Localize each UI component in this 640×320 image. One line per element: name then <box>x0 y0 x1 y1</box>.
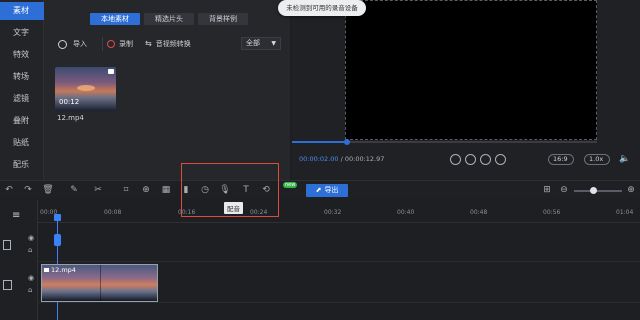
tick-label: 00:24 <box>250 209 268 216</box>
mosaic-icon[interactable]: ▦ <box>160 184 172 196</box>
undo-icon[interactable]: ↶ <box>3 184 15 196</box>
track-controls: ≡ ◉ ⌂ ◉ ⌂ <box>0 200 38 320</box>
tick-label: 01:04 <box>616 209 634 216</box>
chevron-down-icon: ▼ <box>271 40 276 47</box>
category-sidebar: 素材 文字 特效 转场 滤镜 叠附 贴纸 配乐 <box>0 0 44 180</box>
crop-icon[interactable]: ⌗ <box>120 184 132 196</box>
redo-icon[interactable]: ↷ <box>22 184 34 196</box>
media-duration: 00:12 <box>59 98 80 106</box>
convert-label: 音视频转换 <box>155 40 191 48</box>
timeline-ruler[interactable]: 00:00 00:08 00:16 00:24 00:32 00:40 00:4… <box>38 205 640 223</box>
speed-value: 1.0x <box>589 155 604 163</box>
visibility-icon[interactable]: ◉ <box>28 234 34 242</box>
aspect-ratio-select[interactable]: 16:9 <box>548 154 574 165</box>
lock-icon[interactable]: ⌂ <box>28 246 32 254</box>
zoom-slider-handle[interactable] <box>590 187 597 194</box>
divider <box>102 37 103 51</box>
stop-button[interactable] <box>480 154 491 165</box>
new-badge: new <box>283 182 298 188</box>
mute-icon[interactable]: ◉ <box>28 274 34 282</box>
next-frame-button[interactable] <box>495 154 506 165</box>
clip-filename: 12.mp4 <box>51 266 76 274</box>
tick-label: 00:56 <box>543 209 561 216</box>
media-filter-select[interactable]: 全部 ▼ <box>241 37 281 50</box>
timeline-clip[interactable]: 12.mp4 <box>41 264 158 302</box>
playhead-handle[interactable] <box>54 214 61 221</box>
sidebar-item-stickers[interactable]: 贴纸 <box>0 134 44 152</box>
zoom-out-icon[interactable]: ⊖ <box>558 184 570 196</box>
video-type-icon <box>108 69 114 74</box>
playback-speed-select[interactable]: 1.0x <box>584 154 610 165</box>
preview-panel: 00:00:02.00 / 00:00:12.97 16:9 1.0x 🔈 <box>292 0 640 180</box>
media-thumbnail[interactable]: 00:12 <box>55 67 116 111</box>
video-canvas[interactable] <box>345 0 597 140</box>
preview-progress-track[interactable] <box>292 139 597 145</box>
video-track-icon[interactable] <box>3 240 11 250</box>
zoom-icon[interactable]: ⊕ <box>140 184 152 196</box>
split-icon[interactable]: ✂ <box>92 184 104 196</box>
sidebar-item-overlay[interactable]: 叠附 <box>0 112 44 130</box>
tick-label: 00:48 <box>470 209 488 216</box>
convert-icon: ⇆ <box>145 39 152 48</box>
timeline-zoom-slider[interactable] <box>574 187 622 194</box>
time-total: 00:00:12.97 <box>344 155 385 163</box>
tick-label: 00:32 <box>324 209 342 216</box>
export-icon: ⬈ <box>315 186 322 194</box>
sidebar-item-transitions[interactable]: 转场 <box>0 68 44 86</box>
import-label: 导入 <box>73 40 87 48</box>
volume-icon[interactable]: 🔈 <box>619 154 630 164</box>
media-panel: 本地素材 精选片头 背景样例 导入 录制 ⇆ 音视频转换 全部 ▼ 00:12 1… <box>44 0 290 180</box>
edit-toolbar: ↶ ↷ 🗑 ✎ ✂ ⌗ ⊕ ▦ ▮ ◷ 🎙 T ⟲ new ⬈ 导出 ⊞ ⊖ ⊕ <box>0 180 640 198</box>
delete-icon[interactable]: 🗑 <box>42 184 54 196</box>
export-label: 导出 <box>324 186 339 194</box>
sidebar-item-material[interactable]: 素材 <box>0 2 44 20</box>
export-button[interactable]: ⬈ 导出 <box>306 184 348 197</box>
sidebar-item-effects[interactable]: 特效 <box>0 46 44 64</box>
tick-label: 00:16 <box>178 209 196 216</box>
edit-icon[interactable]: ✎ <box>68 184 80 196</box>
zoom-in-icon[interactable]: ⊕ <box>625 184 637 196</box>
sidebar-item-filters[interactable]: 滤镜 <box>0 90 44 108</box>
preview-progress-fill <box>292 141 348 143</box>
import-icon <box>58 39 67 49</box>
record-label: 录制 <box>119 40 133 48</box>
time-current: 00:00:02.00 <box>299 155 339 163</box>
tab-background-samples[interactable]: 背景样例 <box>198 13 248 25</box>
media-filename: 12.mp4 <box>57 114 84 122</box>
playhead-marker <box>54 234 61 246</box>
play-button[interactable] <box>465 154 476 165</box>
sidebar-item-text[interactable]: 文字 <box>0 24 44 42</box>
record-button[interactable]: 录制 <box>107 38 133 50</box>
clip-label: 12.mp4 <box>44 266 76 274</box>
preview-timecode: 00:00:02.00 / 00:00:12.97 <box>299 155 384 163</box>
video-type-icon <box>44 268 49 272</box>
prev-frame-button[interactable] <box>450 154 461 165</box>
sidebar-item-music[interactable]: 配乐 <box>0 156 44 174</box>
record-icon <box>107 40 115 48</box>
filter-value: 全部 <box>246 39 260 47</box>
import-button[interactable]: 导入 <box>58 38 87 50</box>
tick-label: 00:08 <box>104 209 122 216</box>
sun-glow <box>77 85 95 91</box>
overlay-track-lane[interactable] <box>38 224 640 262</box>
fit-timeline-icon[interactable]: ⊞ <box>541 184 553 196</box>
tab-featured-intros[interactable]: 精选片头 <box>144 13 194 25</box>
tick-label: 00:40 <box>397 209 415 216</box>
aspect-value: 16:9 <box>553 155 568 163</box>
recording-device-tooltip: 未检测到可用的录音设备 <box>278 0 366 16</box>
add-track-icon[interactable]: ≡ <box>12 210 20 221</box>
main-track-icon[interactable] <box>3 280 12 290</box>
preview-progress-handle[interactable] <box>344 139 350 145</box>
convert-button[interactable]: ⇆ 音视频转换 <box>145 38 191 50</box>
clip-thumbnail-divider <box>100 265 101 301</box>
lock-icon[interactable]: ⌂ <box>28 286 32 294</box>
tab-local-material[interactable]: 本地素材 <box>90 13 140 25</box>
